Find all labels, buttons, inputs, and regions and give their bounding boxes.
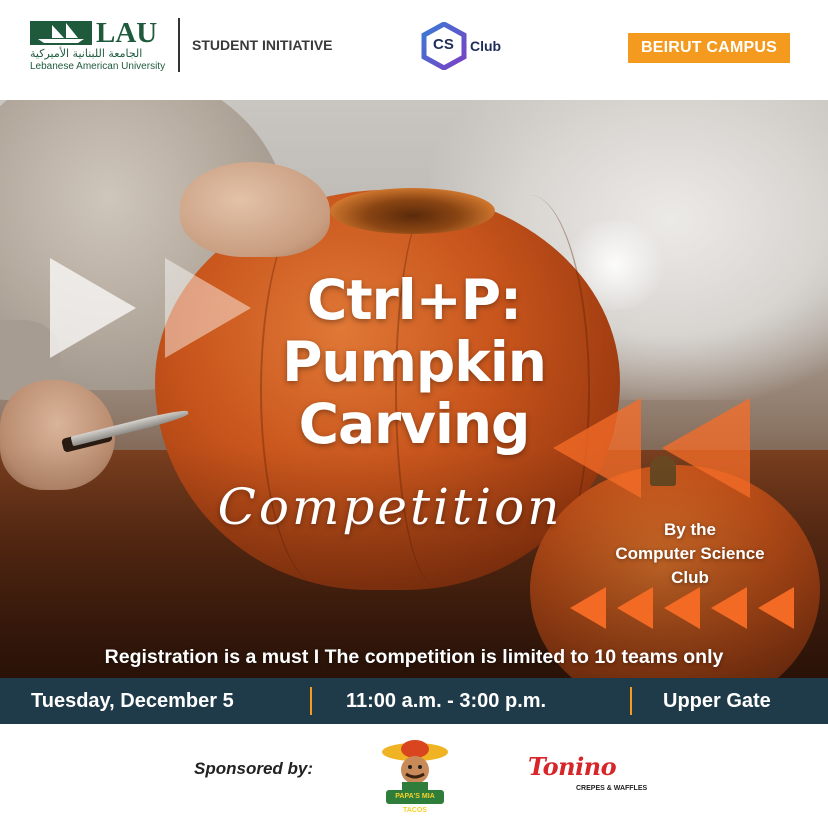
registration-note: Registration is a must I The competition… (104, 646, 724, 668)
header: LAU الجامعة اللبنانية الأميركية Lebanese… (0, 0, 828, 100)
event-title: Ctrl+P: Pumpkin Carving (0, 269, 828, 455)
event-date: Tuesday, December 5 (31, 689, 234, 712)
organizer-byline: By the Computer Science Club (590, 518, 790, 590)
tonino-tagline: CREPES & WAFFLES (576, 785, 648, 792)
papas-wordmark: PAPA'S MIA TACOS (386, 790, 444, 814)
title-line-2: Pumpkin (282, 330, 547, 394)
byline-line-3: Club (671, 568, 709, 587)
campus-badge: BEIRUT CAMPUS (628, 33, 790, 63)
byline-line-1: By the (664, 520, 716, 539)
title-line-3: Carving (298, 392, 531, 456)
event-location: Upper Gate (663, 689, 771, 712)
event-info-bar: Tuesday, December 5 11:00 a.m. - 3:00 p.… (0, 678, 828, 724)
lau-english-name: Lebanese American University (30, 61, 166, 72)
header-divider (178, 18, 180, 72)
small-arrow-icon (711, 587, 747, 629)
lau-abbr: LAU (96, 17, 158, 49)
papas-mia-tacos-logo: PAPA'S MIA TACOS (380, 740, 450, 814)
tonino-wordmark: Tonino (528, 752, 617, 781)
sponsored-by-label: Sponsored by: (194, 759, 314, 778)
event-time: 11:00 a.m. - 3:00 p.m. (346, 689, 547, 712)
sponsors-section: Sponsored by: PAPA'S MIA TACOS Tonino CR… (0, 724, 828, 821)
info-separator (310, 687, 312, 715)
lau-ship-icon (30, 21, 92, 45)
lau-logo: LAU الجامعة اللبنانية الأميركية Lebanese… (30, 17, 170, 73)
event-subtitle-script: Competition (217, 478, 563, 536)
small-arrow-icon (617, 587, 653, 629)
byline-line-2: Computer Science (615, 544, 765, 563)
sombrero-mascot-icon (382, 740, 448, 792)
info-separator (630, 687, 632, 715)
tonino-logo: Tonino CREPES & WAFFLES (528, 752, 647, 796)
club-label: Club (470, 38, 502, 54)
cs-abbr: CS (433, 36, 454, 53)
small-arrow-icon (758, 587, 794, 629)
title-line-1: Ctrl+P: (306, 268, 522, 332)
cs-club-logo: CS Club (420, 22, 520, 70)
small-arrow-icon (570, 587, 606, 629)
lau-arabic-name: الجامعة اللبنانية الأميركية (30, 47, 143, 60)
small-arrow-icon (664, 587, 700, 629)
student-initiative-label: STUDENT INITIATIVE (192, 37, 333, 53)
